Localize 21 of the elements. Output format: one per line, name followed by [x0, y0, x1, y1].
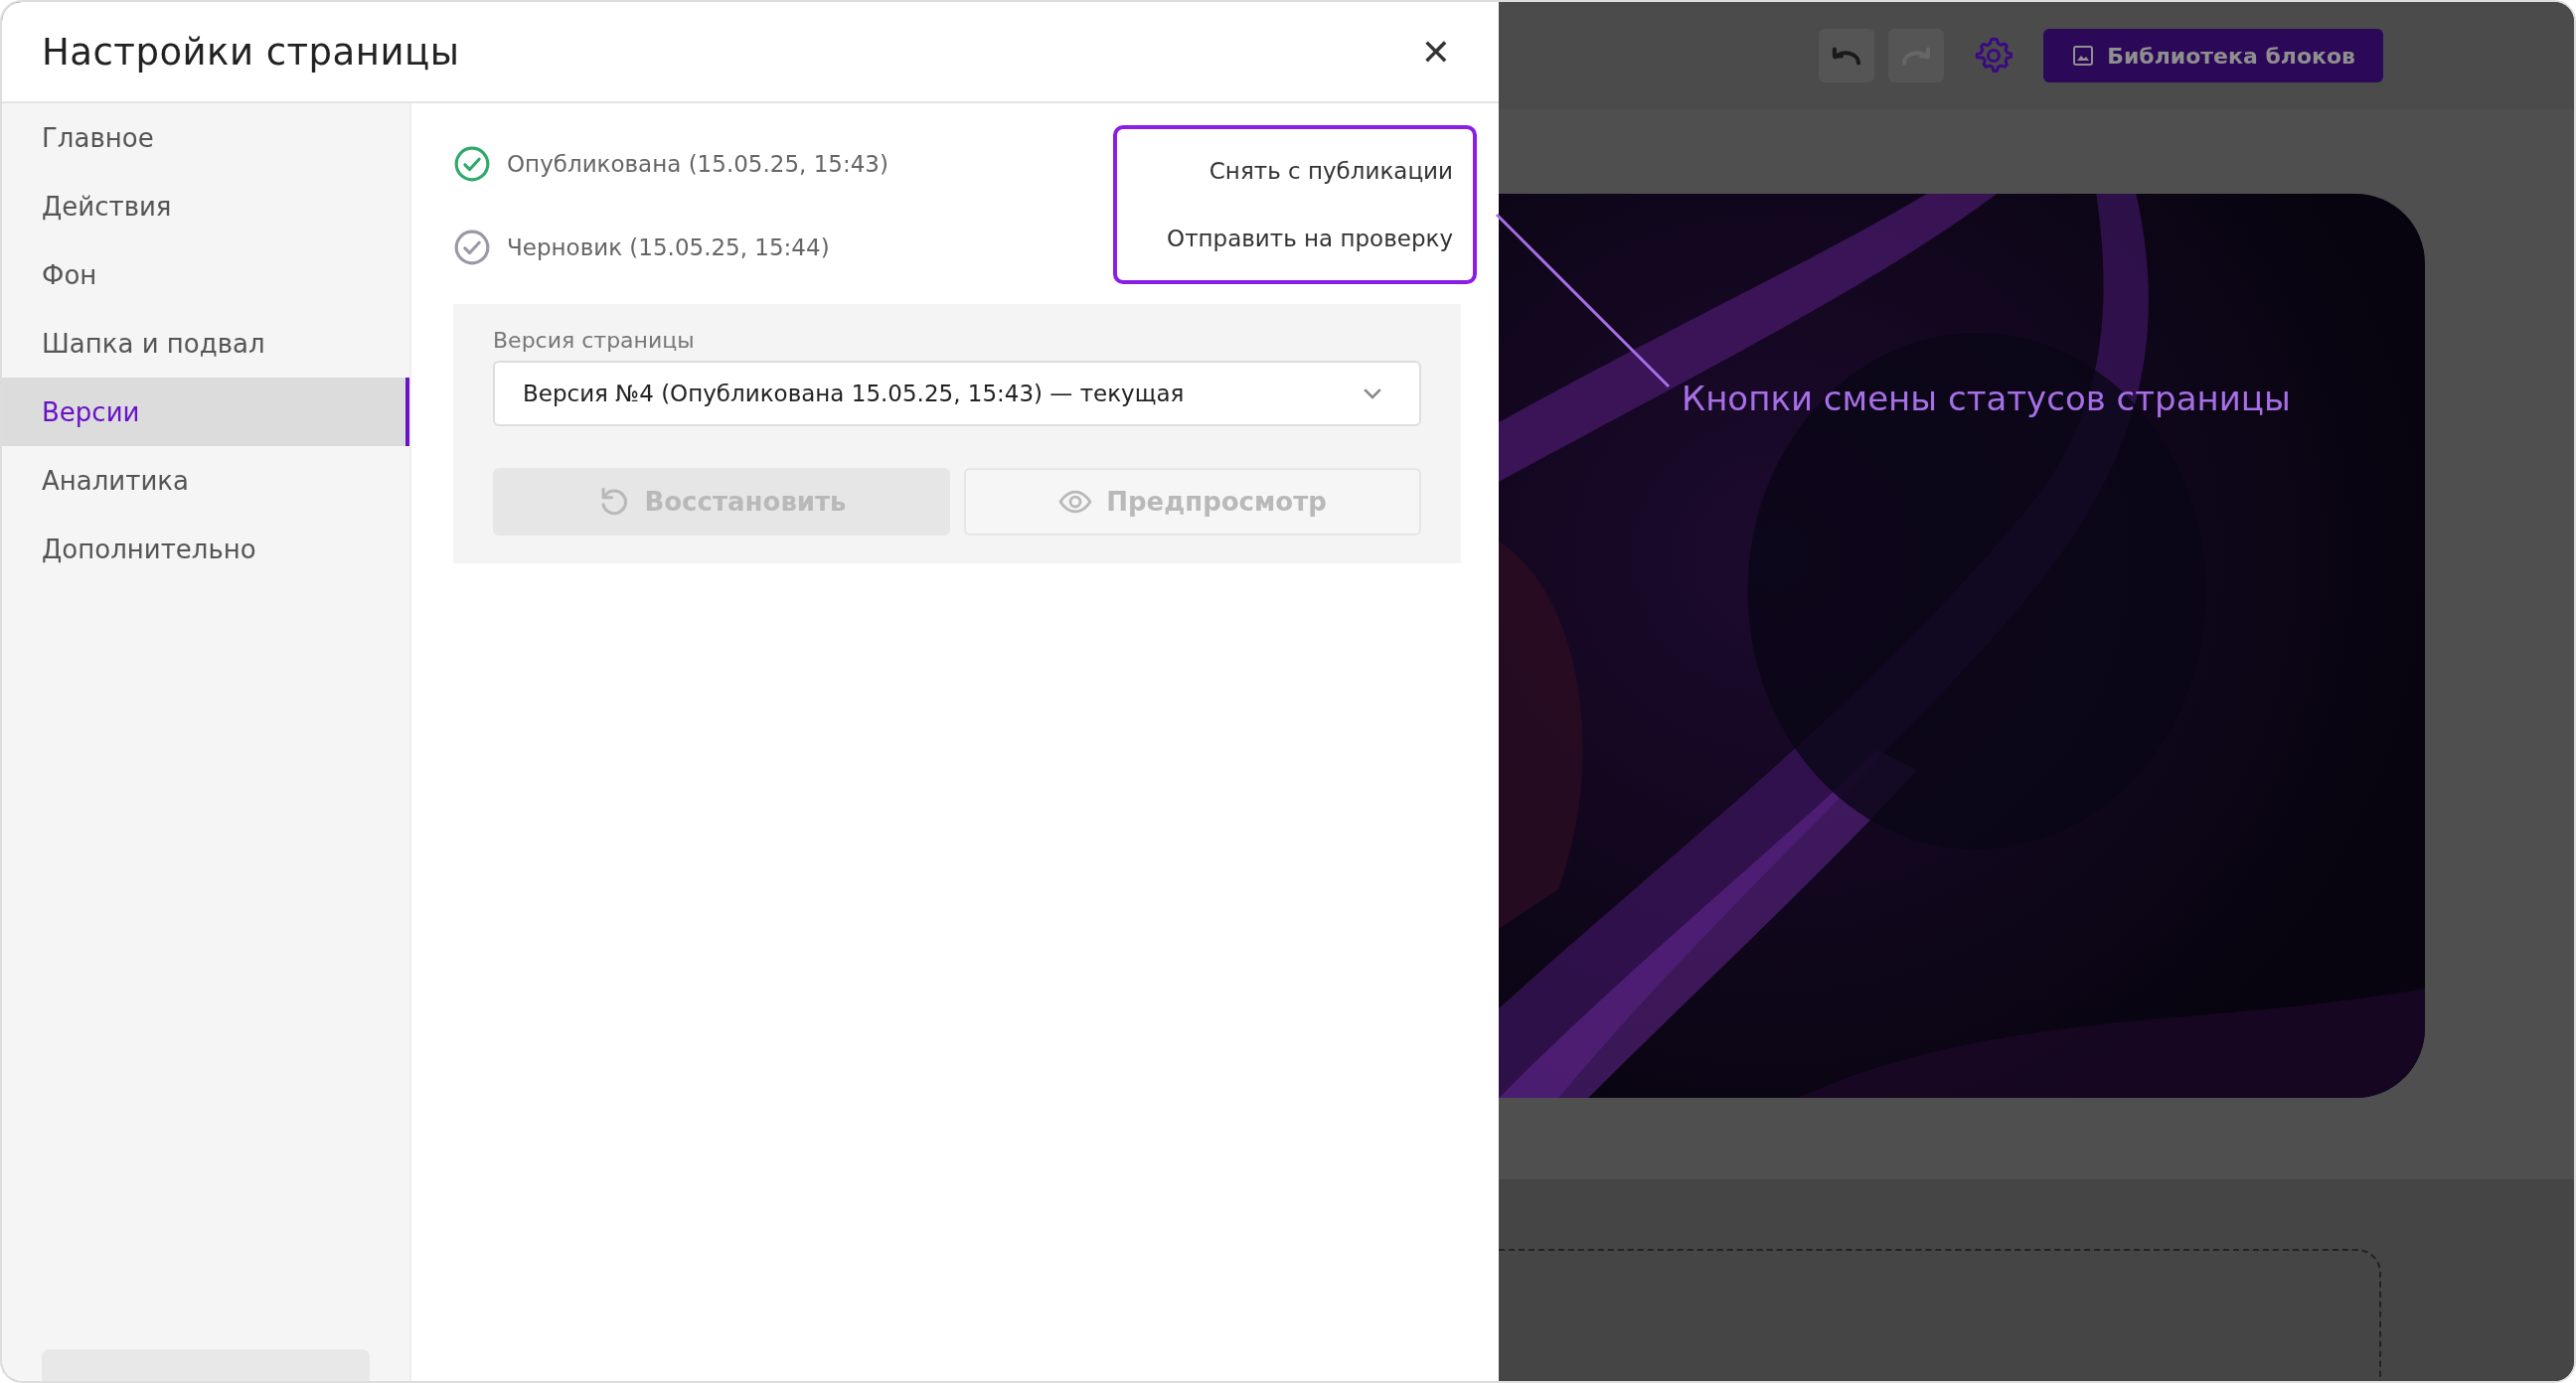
status-label: Опубликована (15.05.25, 15:43) — [507, 151, 888, 177]
block-library-button[interactable]: Библиотека блоков — [2043, 29, 2383, 82]
undo-icon — [1832, 46, 1862, 66]
undo-button[interactable] — [1819, 29, 1875, 82]
sidebar-item[interactable]: Главное — [2, 103, 409, 172]
status-label: Черновик (15.05.25, 15:44) — [507, 234, 830, 260]
settings-icon[interactable] — [1974, 36, 2014, 76]
sidebar-item[interactable]: Действия — [2, 172, 409, 240]
sidebar-item[interactable]: Аналитика — [2, 446, 409, 515]
status-action-link[interactable]: Снять с публикации — [1208, 158, 1453, 184]
image-icon — [2071, 44, 2096, 68]
close-button[interactable]: ✕ — [1412, 27, 1459, 77]
sidebar-item[interactable]: Фон — [2, 240, 409, 309]
status-action-link[interactable]: Отправить на проверку — [1167, 226, 1453, 251]
version-select[interactable]: Версия №4 (Опубликована 15.05.25, 15:43) — текущая — [493, 361, 1421, 426]
sidebar-item[interactable]: Версии — [2, 378, 409, 446]
annotation-text: Кнопки смены статусов страницы — [1682, 379, 2291, 418]
sidebar-item[interactable]: Шапка и подвал — [2, 309, 409, 378]
field-label: Версия страницы — [493, 328, 696, 353]
dialog-title: Настройки страницы — [42, 30, 460, 74]
sidebar-item[interactable]: Дополнительно — [2, 515, 409, 583]
